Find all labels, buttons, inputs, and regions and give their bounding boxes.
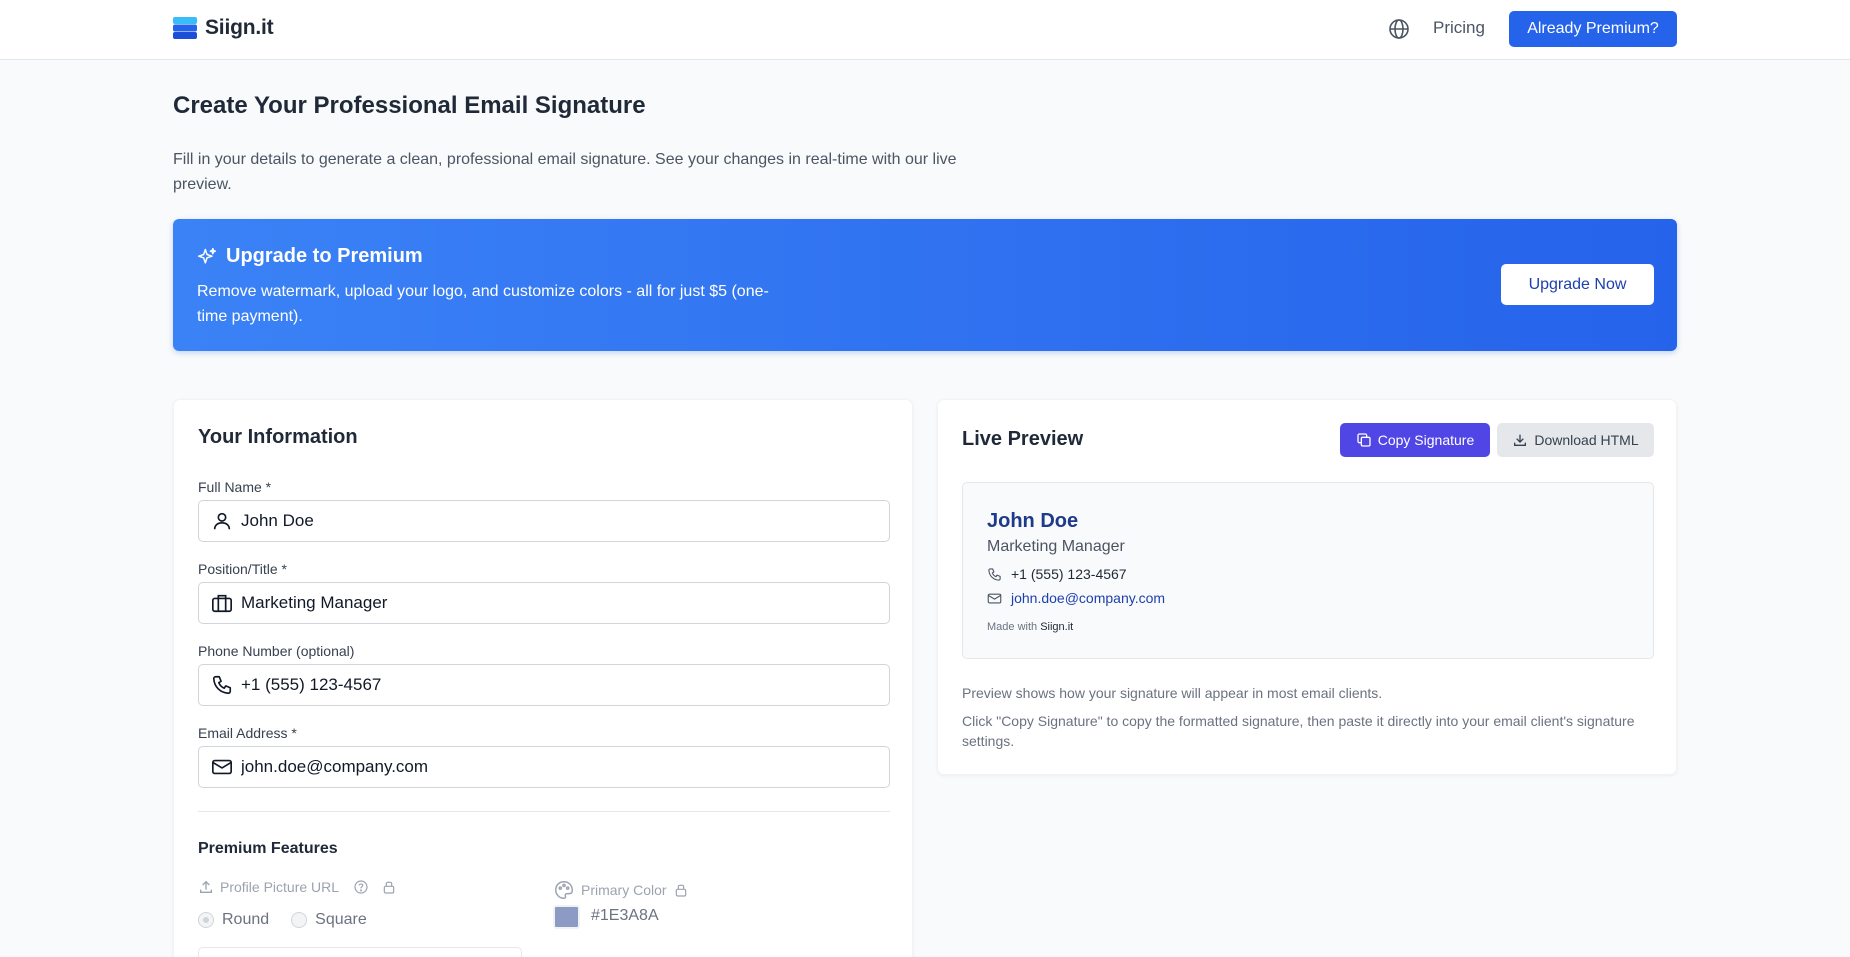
form-title: Your Information xyxy=(198,426,358,448)
sparkles-icon xyxy=(197,247,217,264)
upgrade-now-button[interactable]: Upgrade Now xyxy=(1501,264,1654,305)
signature-email-link[interactable]: john.doe@company.com xyxy=(1011,590,1165,606)
lock-icon xyxy=(675,884,686,897)
radio-square[interactable] xyxy=(291,912,308,928)
already-premium-button[interactable]: Already Premium? xyxy=(1509,11,1677,47)
live-preview-card: Live Preview Copy Signature Download HTM… xyxy=(937,399,1677,775)
email-label: Email Address * xyxy=(198,725,297,741)
globe-icon[interactable] xyxy=(1387,17,1411,41)
banner-text: Remove watermark, upload your logo, and … xyxy=(197,283,769,325)
email-input[interactable] xyxy=(241,757,881,777)
primary-color-value: #1E3A8A xyxy=(591,907,659,924)
signature-phone: +1 (555) 123-4567 xyxy=(1011,566,1127,582)
primary-color-swatch[interactable] xyxy=(553,905,580,929)
section-divider xyxy=(198,811,890,812)
full-name-field[interactable] xyxy=(198,500,890,542)
phone-field[interactable] xyxy=(198,664,890,706)
shape-option-square[interactable]: Square xyxy=(291,911,367,929)
preview-title: Live Preview xyxy=(962,428,1084,450)
made-with-watermark: Made with Siign.it xyxy=(987,621,1073,633)
download-html-button[interactable]: Download HTML xyxy=(1497,423,1654,457)
primary-color-label: Primary Color xyxy=(581,882,667,898)
signature-title: Marketing Manager xyxy=(987,538,1125,555)
nav-pricing-link[interactable]: Pricing xyxy=(1433,18,1485,38)
primary-color-label-row: Primary Color xyxy=(553,879,689,901)
profile-picture-label: Profile Picture URL xyxy=(220,879,340,895)
made-with-brand[interactable]: Siign.it xyxy=(1040,621,1073,633)
shape-round-label: Round xyxy=(222,911,270,928)
full-name-label: Full Name * xyxy=(198,479,272,495)
position-input[interactable] xyxy=(241,593,881,613)
signature-name: John Doe xyxy=(987,510,1079,532)
upload-icon xyxy=(200,880,212,893)
mail-icon xyxy=(987,593,1002,603)
full-name-input[interactable] xyxy=(241,511,881,531)
made-with-prefix: Made with xyxy=(987,621,1038,633)
copy-instructions: Click "Copy Signature" to copy the forma… xyxy=(962,713,1635,749)
copy-signature-button[interactable]: Copy Signature xyxy=(1340,423,1490,457)
information-form-card: Your Information Full Name * Position/Ti… xyxy=(173,399,913,957)
brand-name: Siign.it xyxy=(205,16,274,39)
page-description: Fill in your details to generate a clean… xyxy=(173,151,957,193)
user-icon xyxy=(213,512,231,530)
phone-icon xyxy=(212,675,232,695)
email-field[interactable] xyxy=(198,746,890,788)
signature-preview: John Doe Marketing Manager +1 (555) 123-… xyxy=(962,482,1654,659)
banner-heading: Upgrade to Premium xyxy=(197,245,423,268)
banner-title: Upgrade to Premium xyxy=(226,245,423,267)
radio-round[interactable] xyxy=(198,912,214,928)
download-icon xyxy=(1514,434,1527,446)
lock-icon xyxy=(383,881,395,894)
signature-email-row: john.doe@company.com xyxy=(987,590,1165,606)
phone-icon xyxy=(988,567,1001,581)
signature-phone-row: +1 (555) 123-4567 xyxy=(987,566,1127,582)
picture-shape-options: Round Square xyxy=(198,911,367,929)
top-navbar: Siign.it Pricing Already Premium? xyxy=(0,0,1850,60)
premium-features-title: Premium Features xyxy=(198,840,338,857)
position-field[interactable] xyxy=(198,582,890,624)
shape-square-label: Square xyxy=(315,911,367,928)
brand[interactable]: Siign.it xyxy=(173,16,274,40)
siign-logo-icon xyxy=(173,17,197,39)
phone-label: Phone Number (optional) xyxy=(198,643,355,659)
profile-picture-url-input[interactable] xyxy=(198,947,522,957)
position-label: Position/Title * xyxy=(198,561,287,577)
briefcase-icon xyxy=(212,594,232,613)
profile-picture-label-row: Profile Picture URL xyxy=(198,879,397,895)
shape-option-round[interactable]: Round xyxy=(198,911,269,929)
phone-input[interactable] xyxy=(241,675,881,695)
palette-icon xyxy=(555,881,573,899)
copy-icon xyxy=(1357,433,1371,447)
copy-signature-label: Copy Signature xyxy=(1377,432,1475,448)
help-icon[interactable] xyxy=(353,879,369,895)
premium-banner: Upgrade to Premium Remove watermark, upl… xyxy=(173,219,1677,351)
page-title: Create Your Professional Email Signature xyxy=(173,92,646,119)
preview-hint: Preview shows how your signature will ap… xyxy=(962,685,1383,701)
download-html-label: Download HTML xyxy=(1534,432,1639,448)
mail-icon xyxy=(212,759,232,775)
